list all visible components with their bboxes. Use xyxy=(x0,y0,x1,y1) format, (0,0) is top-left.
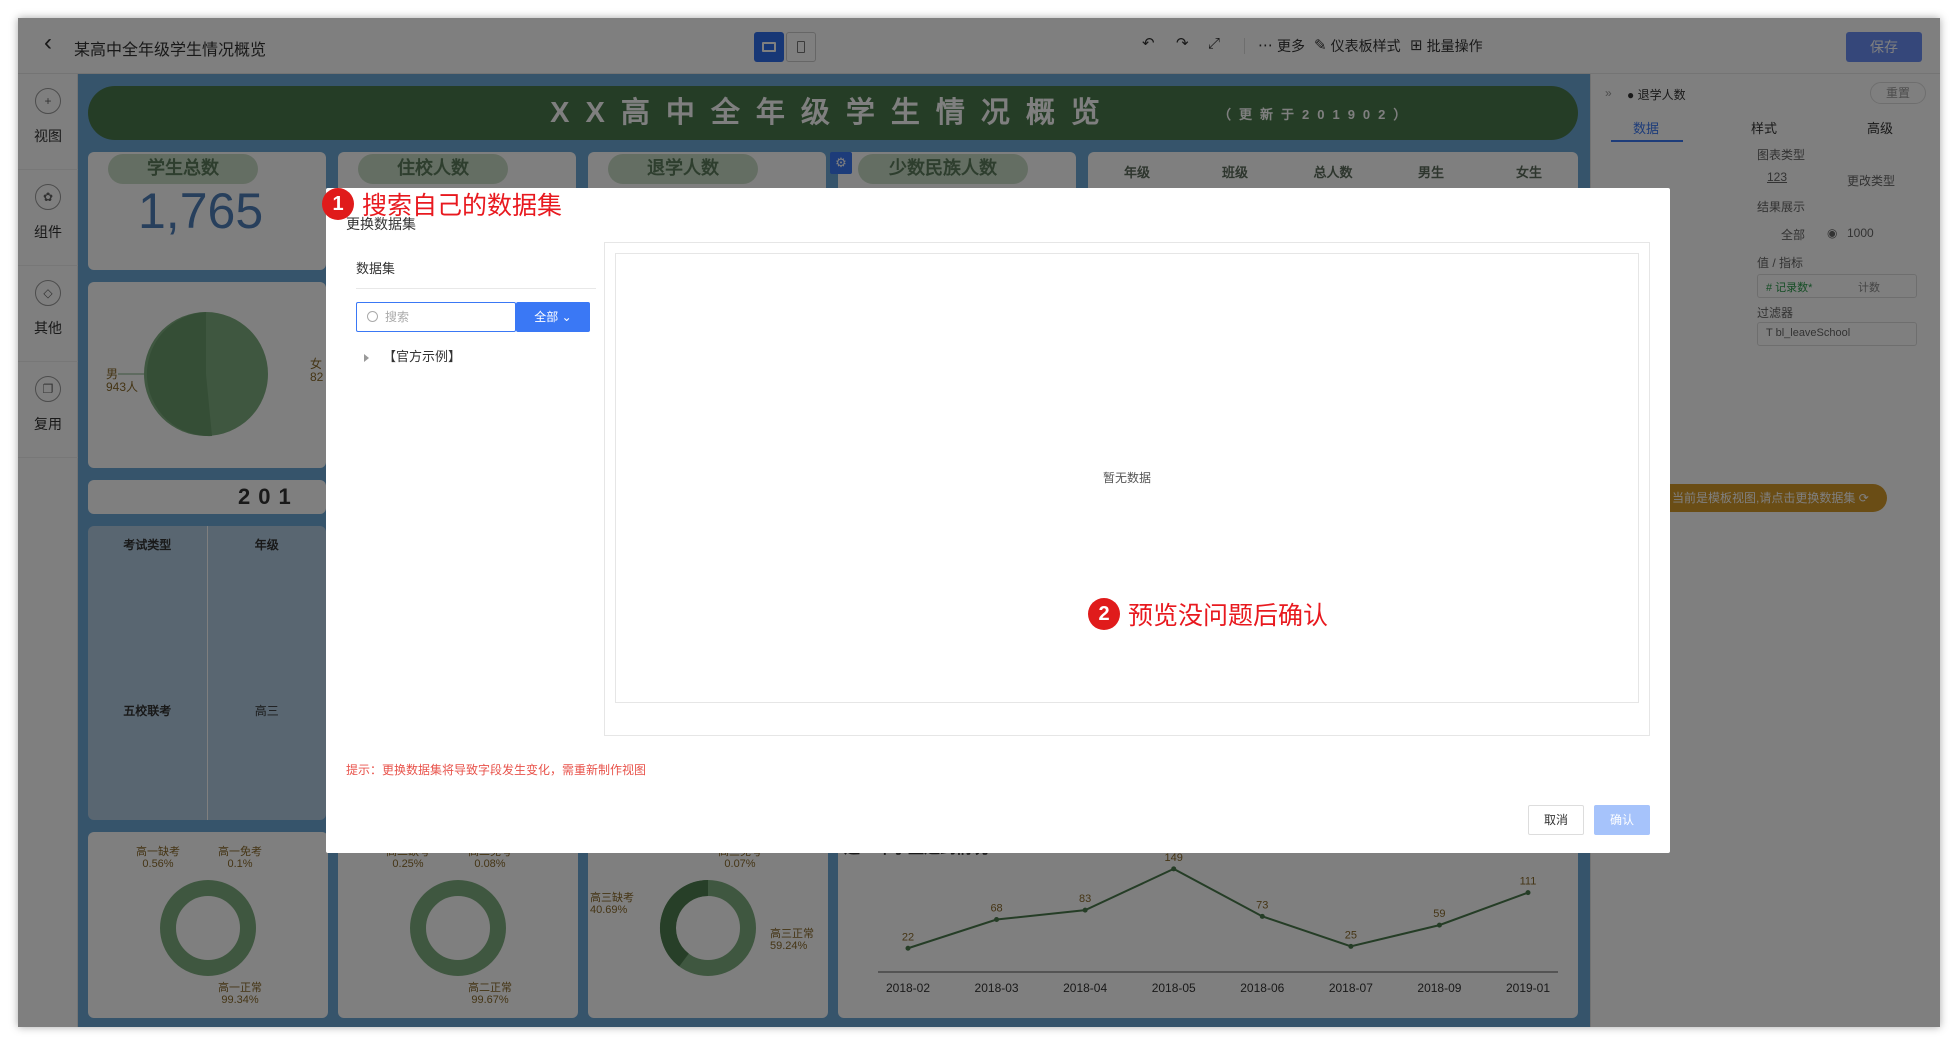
search-icon xyxy=(367,311,378,322)
empty-state-text: 暂无数据 xyxy=(1102,471,1151,485)
tree-item-label: 【官方示例】 xyxy=(383,349,462,364)
caret-right-icon[interactable] xyxy=(364,353,369,362)
confirm-button[interactable]: 确认 xyxy=(1594,805,1650,835)
callout-1: 1 搜索自己的数据集 xyxy=(322,186,562,222)
cancel-button[interactable]: 取消 xyxy=(1528,805,1584,835)
dataset-search-input[interactable]: 搜索 xyxy=(356,302,516,332)
chevron-down-icon: ⌄ xyxy=(561,310,572,324)
divider xyxy=(356,288,596,289)
callout-number: 1 xyxy=(322,188,354,220)
callout-text: 搜索自己的数据集 xyxy=(362,191,563,220)
callout-2: 2 预览没问题后确认 xyxy=(1088,596,1328,632)
dataset-preview-area: 暂无数据 xyxy=(604,242,1650,736)
all-filter-label: 全部 xyxy=(534,310,559,324)
all-filter-dropdown[interactable]: 全部 ⌄ xyxy=(516,302,590,332)
change-dataset-modal: 更换数据集 数据集 搜索 全部 ⌄ 【官方示例】 暂无数据 提示：更换数据集将导… xyxy=(326,188,1670,853)
dataset-label: 数据集 xyxy=(356,261,396,276)
callout-text: 预览没问题后确认 xyxy=(1128,601,1329,630)
callout-number: 2 xyxy=(1088,598,1120,630)
modal-hint: 提示：更换数据集将导致字段发生变化，需重新制作视图 xyxy=(346,763,647,777)
preview-table: 暂无数据 xyxy=(615,253,1639,703)
search-placeholder: 搜索 xyxy=(385,310,410,324)
tree-item-official-examples[interactable]: 【官方示例】 xyxy=(364,346,461,365)
app-window: ‹ 某高中全年级学生情况概览 ↶ ↷ ⤢ ⋯更多 ✎仪表板样式 ⊞批量操作 保存… xyxy=(18,18,1940,1027)
